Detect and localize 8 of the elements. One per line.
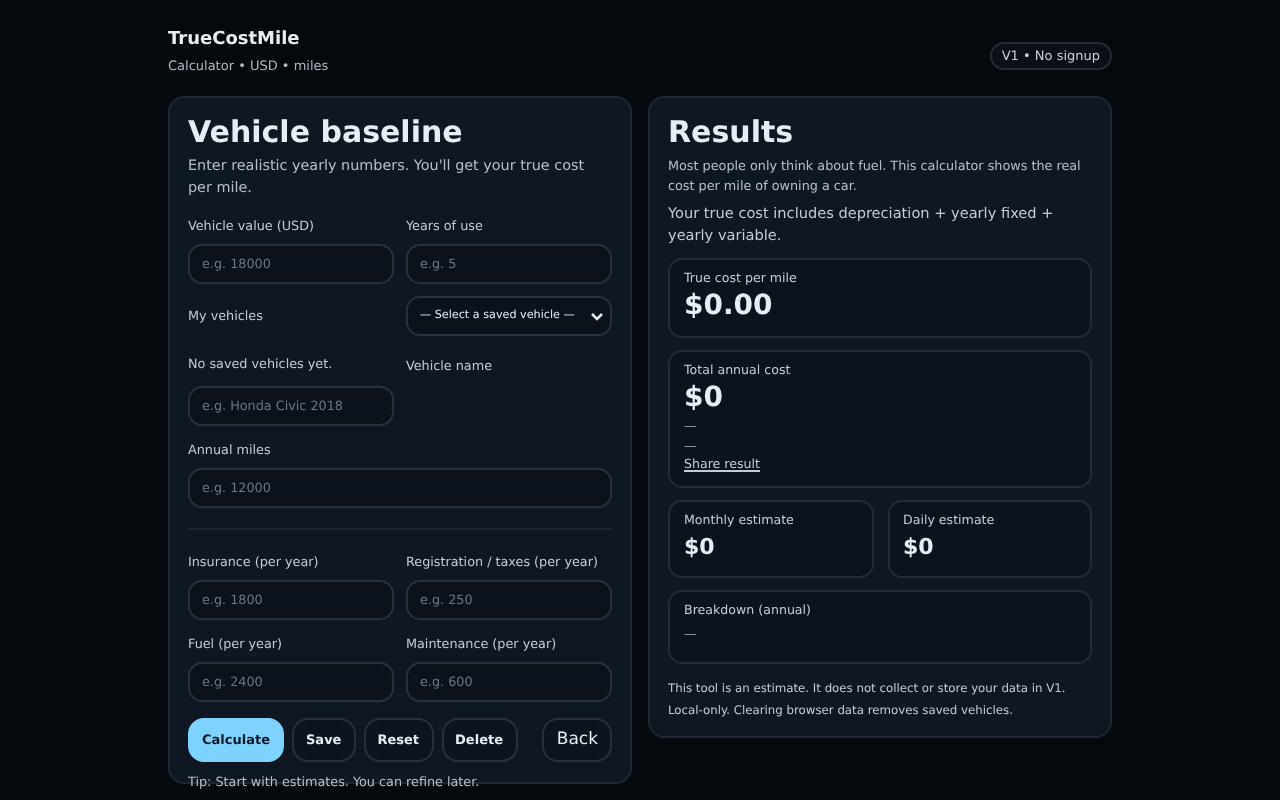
panel-title: Vehicle baseline (188, 114, 465, 150)
card-value: $0 (903, 534, 936, 560)
card-value: $0.00 (684, 290, 775, 322)
back-button[interactable]: Back (542, 718, 612, 762)
card-value: $0 (684, 534, 717, 560)
card-value: $0 (684, 382, 725, 414)
panel-title: Results (668, 114, 796, 150)
app-title: TrueCostMile (168, 30, 302, 50)
